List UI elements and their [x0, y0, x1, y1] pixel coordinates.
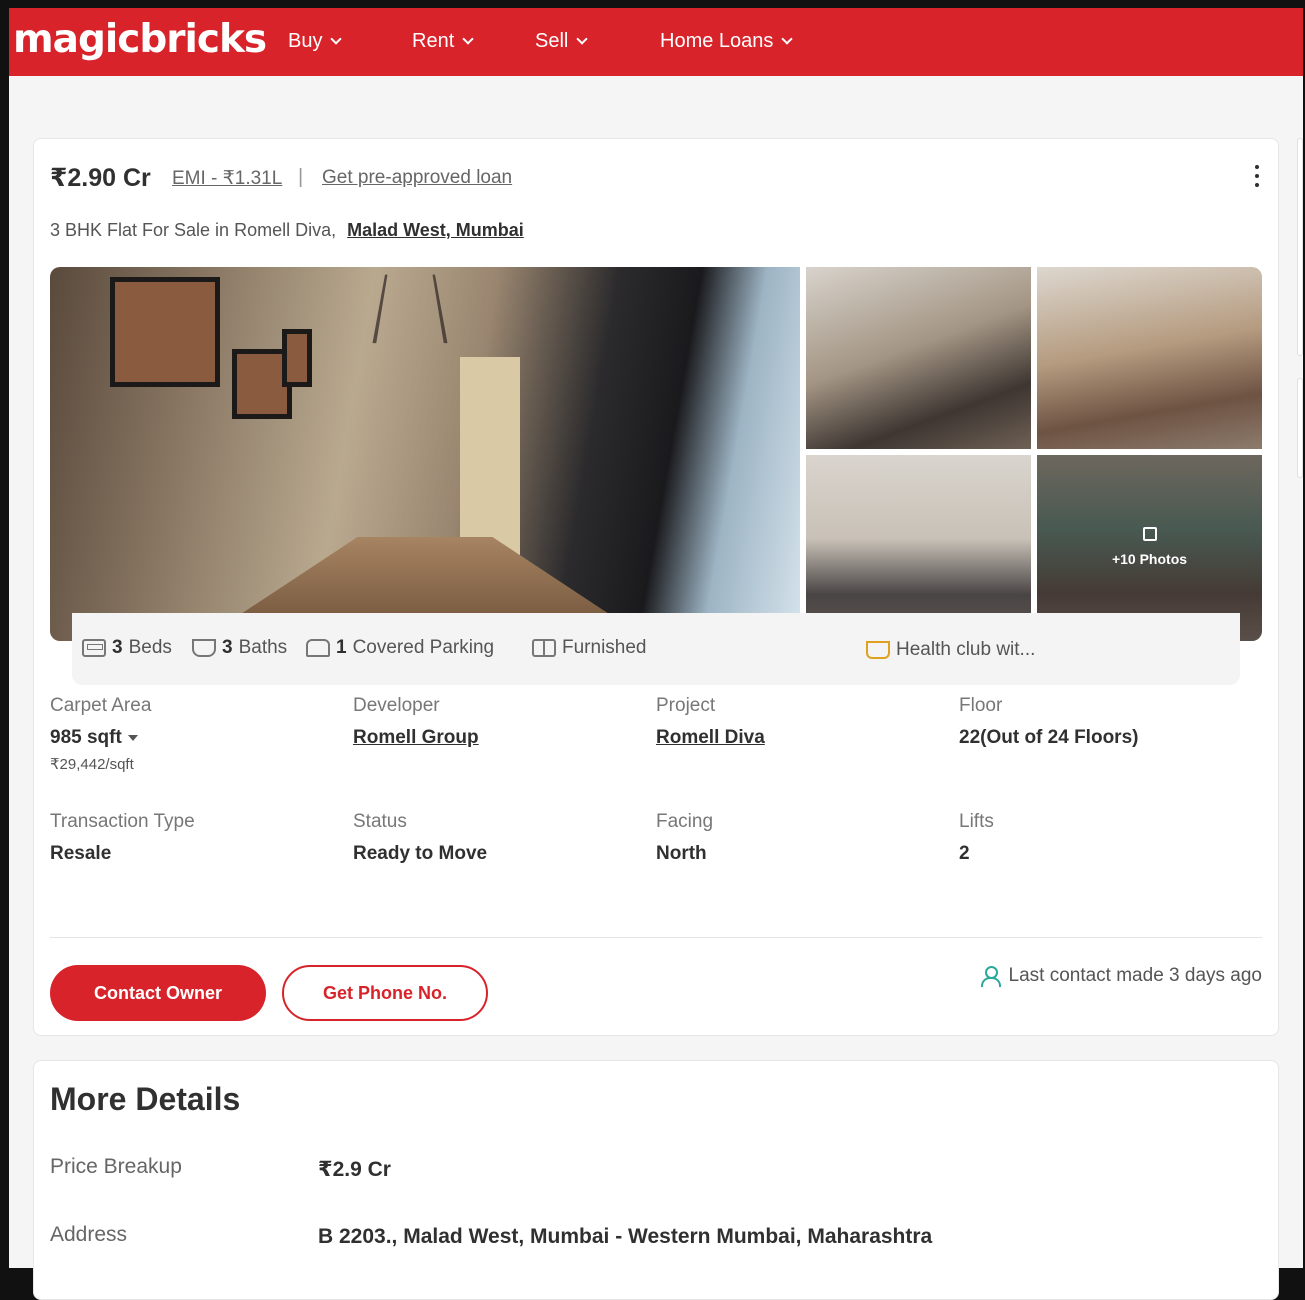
- gallery-icon: [1143, 527, 1157, 541]
- bathtub-icon: [192, 639, 216, 657]
- transaction-type-value: Resale: [50, 843, 112, 864]
- pendant-lamp-image: [372, 274, 448, 344]
- wall-frame-image: [110, 277, 220, 387]
- feature-parking: 1 Covered Parking: [306, 637, 494, 659]
- carpet-area-value[interactable]: 985 sqft: [50, 727, 350, 749]
- parking-label: Covered Parking: [352, 637, 495, 658]
- nav-sell[interactable]: Sell: [535, 30, 589, 53]
- facing-value: North: [656, 843, 707, 864]
- feature-amenity[interactable]: Health club wit...: [866, 639, 1035, 661]
- bed-icon: [82, 639, 106, 657]
- address-label: Address: [50, 1223, 128, 1246]
- facing-label: Facing: [656, 811, 714, 832]
- detail-transaction-type: Transaction Type Resale: [50, 811, 350, 865]
- feature-beds: 3 Beds: [82, 637, 172, 659]
- address-value: B 2203., Malad West, Mumbai - Western Mu…: [318, 1225, 933, 1248]
- carpet-area-label: Carpet Area: [50, 695, 152, 716]
- project-link[interactable]: Romell Diva: [656, 727, 956, 749]
- more-photos-count: +10 Photos: [1111, 551, 1188, 567]
- more-details-title: More Details: [50, 1081, 241, 1117]
- divider: [50, 937, 1262, 938]
- price-breakup-value: ₹2.9 Cr: [318, 1158, 391, 1181]
- furnishing-label: Furnished: [562, 637, 647, 658]
- wardrobe-icon: [532, 639, 556, 657]
- contact-owner-button[interactable]: Contact Owner: [50, 965, 266, 1021]
- detail-lifts: Lifts 2: [959, 811, 1259, 865]
- feature-bar: 3 Beds 3 Baths 1 Covered Parking Furnish…: [72, 613, 1240, 685]
- developer-link[interactable]: Romell Group: [353, 727, 653, 749]
- property-card: ₹2.90 Cr EMI - ₹1.31L | Get pre-approved…: [33, 138, 1279, 1036]
- amenity-label: Health club wit...: [896, 639, 1036, 660]
- price-per-sqft: ₹29,442/sqft: [50, 756, 134, 773]
- developer-label: Developer: [353, 695, 440, 716]
- pre-approved-loan-link[interactable]: Get pre-approved loan: [322, 167, 512, 189]
- baths-label: Baths: [238, 637, 288, 658]
- get-phone-button[interactable]: Get Phone No.: [282, 965, 488, 1021]
- wall-frame-image: [282, 329, 312, 387]
- status-label: Status: [353, 811, 407, 832]
- page-frame: magicbricks Buy Rent Sell Home Loans ₹2.…: [9, 8, 1303, 1300]
- top-navbar: magicbricks Buy Rent Sell Home Loans: [9, 8, 1303, 76]
- detail-project: Project Romell Diva: [656, 695, 956, 749]
- chevron-down-icon: [781, 33, 794, 45]
- photo-thumbnail[interactable]: [806, 267, 1031, 449]
- detail-developer: Developer Romell Group: [353, 695, 653, 749]
- magicbricks-logo[interactable]: magicbricks: [13, 17, 267, 62]
- nav-rent[interactable]: Rent: [412, 30, 474, 53]
- project-label: Project: [656, 695, 716, 716]
- side-scroll-edge: [1297, 378, 1303, 478]
- floor-label: Floor: [959, 695, 1003, 716]
- last-contact-text: Last contact made 3 days ago: [1008, 965, 1263, 986]
- nav-rent-label: Rent: [412, 30, 455, 52]
- floor-value: 22(Out of 24 Floors): [959, 727, 1139, 748]
- chevron-down-icon: [462, 33, 474, 45]
- nav-sell-label: Sell: [535, 30, 569, 52]
- nav-buy[interactable]: Buy: [288, 30, 343, 53]
- detail-status: Status Ready to Move: [353, 811, 653, 865]
- status-value: Ready to Move: [353, 843, 488, 864]
- car-icon: [306, 639, 330, 657]
- beds-label: Beds: [128, 637, 172, 658]
- photo-gallery: +10 Photos: [50, 267, 1262, 641]
- caret-down-icon: [127, 734, 138, 741]
- detail-floor: Floor 22(Out of 24 Floors): [959, 695, 1259, 749]
- side-scroll-edge: [1297, 138, 1303, 356]
- beds-count: 3: [112, 637, 123, 658]
- more-options-icon[interactable]: [1254, 165, 1260, 191]
- property-title: 3 BHK Flat For Sale in Romell Diva, Mala…: [50, 220, 524, 241]
- more-details-card: More Details Price Breakup ₹2.9 Cr Addre…: [33, 1060, 1279, 1300]
- detail-carpet-area: Carpet Area 985 sqft ₹29,442/sqft: [50, 695, 350, 773]
- feature-furnishing: Furnished: [532, 637, 647, 659]
- lifts-value: 2: [959, 843, 970, 864]
- hallway-door-image: [460, 357, 520, 557]
- nav-buy-label: Buy: [288, 30, 323, 52]
- property-price: ₹2.90 Cr: [50, 164, 151, 192]
- price-breakup-label: Price Breakup: [50, 1155, 182, 1178]
- feature-baths: 3 Baths: [192, 637, 287, 659]
- chevron-down-icon: [330, 33, 343, 45]
- main-photo[interactable]: [50, 267, 800, 641]
- chevron-down-icon: [576, 33, 589, 45]
- photo-thumbnail[interactable]: [1037, 267, 1262, 449]
- lifts-label: Lifts: [959, 811, 994, 832]
- health-club-icon: [866, 641, 890, 659]
- nav-home-loans-label: Home Loans: [660, 30, 774, 52]
- nav-home-loans[interactable]: Home Loans: [660, 30, 794, 53]
- separator: |: [298, 166, 304, 188]
- property-title-text: 3 BHK Flat For Sale in Romell Diva,: [50, 220, 337, 240]
- carpet-area-text: 985 sqft: [50, 727, 122, 748]
- location-link[interactable]: Malad West, Mumbai: [347, 220, 524, 240]
- last-contact-info: Last contact made 3 days ago: [980, 965, 1263, 987]
- parking-count: 1: [336, 637, 347, 658]
- baths-count: 3: [222, 637, 233, 658]
- emi-link[interactable]: EMI - ₹1.31L: [172, 167, 282, 190]
- detail-facing: Facing North: [656, 811, 956, 865]
- transaction-type-label: Transaction Type: [50, 811, 195, 832]
- user-icon: [980, 966, 1001, 987]
